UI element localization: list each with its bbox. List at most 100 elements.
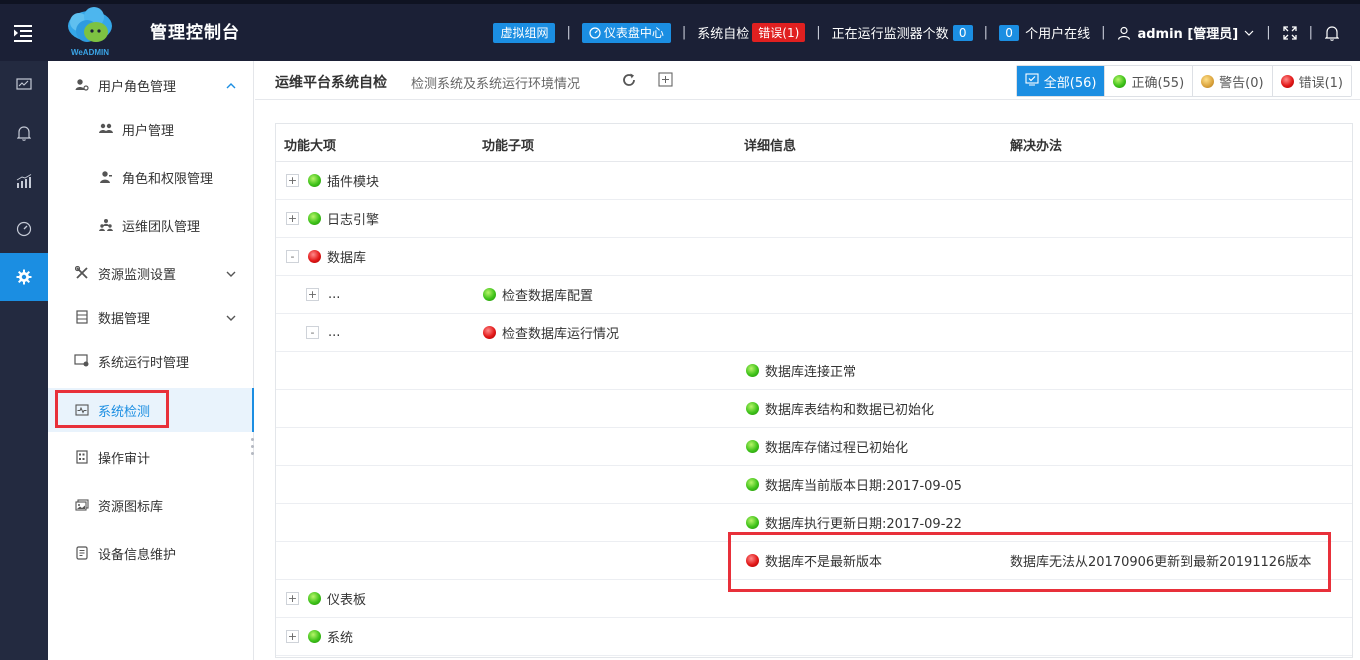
status-ok-icon <box>746 516 759 529</box>
column-header-major: 功能大项 <box>284 139 337 154</box>
chevron-down-icon <box>1243 25 1255 41</box>
table-row[interactable]: + ... 检查数据库配置 <box>276 276 1352 314</box>
detail-label: 数据库存储过程已初始化 <box>765 441 909 456</box>
sidebar-item-ops-team-management[interactable]: 运维团队管理 <box>48 203 254 247</box>
filter-ok-label: 正确(55) <box>1131 75 1185 91</box>
sidebar-item-user-role-management[interactable]: 用户角色管理 <box>48 63 254 107</box>
user-menu[interactable]: admin [管理员] <box>1116 23 1255 42</box>
sidebar-item-label: 运维团队管理 <box>122 219 201 235</box>
sidebar-item-operation-audit[interactable]: 操作审计 <box>48 435 254 479</box>
separator: | <box>566 25 571 40</box>
refresh-icon[interactable] <box>621 72 637 88</box>
major-label: 数据库 <box>327 251 367 266</box>
major-cell: + 日志引擎 <box>286 200 379 237</box>
separator: | <box>816 25 821 40</box>
user-name: admin [管理员] <box>1137 27 1239 42</box>
team-icon <box>98 217 114 233</box>
expand-toggle[interactable]: + <box>306 288 319 301</box>
self-check-label[interactable]: 系统自检 <box>697 23 749 42</box>
rail-gauge-icon[interactable] <box>0 205 48 253</box>
status-warning-icon <box>1201 74 1215 88</box>
online-users-count: 0 <box>999 24 1020 41</box>
top-bar: WeADMIN 管理控制台 虚拟组网 | 仪表盘中心 | 系统自检 错误(1) … <box>0 0 1360 61</box>
sub-label: 检查数据库运行情况 <box>502 327 620 342</box>
top-bar-actions: 虚拟组网 | 仪表盘中心 | 系统自检 错误(1) | 正在运行监测器个数 0 … <box>493 4 1360 61</box>
icon-rail <box>0 61 48 660</box>
sidebar-item-system-runtime-management[interactable]: 系统运行时管理 <box>48 339 254 383</box>
status-ok-icon <box>308 212 321 225</box>
page-header: 运维平台系统自检 检测系统及系统运行环境情况 全部(56) 正确(55) 警告(… <box>255 61 1360 100</box>
rail-monitor-icon[interactable] <box>0 61 48 109</box>
rail-settings-icon[interactable] <box>0 253 48 301</box>
status-ok-icon <box>308 592 321 605</box>
table-row[interactable]: 数据库当前版本日期:2017-09-05 <box>276 466 1352 504</box>
table-row[interactable]: + 插件模块 <box>276 162 1352 200</box>
table-row[interactable]: 数据库表结构和数据已初始化 <box>276 390 1352 428</box>
fullscreen-icon[interactable] <box>1282 25 1298 41</box>
detail-label: 数据库执行更新日期:2017-09-22 <box>765 517 962 532</box>
table-row[interactable]: + 系统 <box>276 618 1352 656</box>
major-label: ... <box>328 325 341 340</box>
filter-ok-button[interactable]: 正确(55) <box>1104 66 1193 96</box>
image-library-icon <box>74 497 90 513</box>
major-cell: + 插件模块 <box>286 162 379 199</box>
major-label: ... <box>328 287 341 302</box>
filter-warning-button[interactable]: 警告(0) <box>1192 66 1272 96</box>
table-row[interactable]: 数据库存储过程已初始化 <box>276 428 1352 466</box>
weadmin-logo: WeADMIN <box>60 6 120 58</box>
column-header-detail: 详细信息 <box>744 139 797 154</box>
virtual-network-button[interactable]: 虚拟组网 <box>493 22 556 43</box>
menu-toggle-icon[interactable] <box>0 4 48 61</box>
filter-all-button[interactable]: 全部(56) <box>1016 66 1105 96</box>
sidebar-item-label: 资源监测设置 <box>98 267 177 283</box>
expand-all-icon[interactable] <box>658 72 674 88</box>
sidebar-item-label: 系统运行时管理 <box>98 355 190 371</box>
status-error-icon <box>1280 74 1294 88</box>
sidebar-item-role-permissions[interactable]: 角色和权限管理 <box>48 155 254 199</box>
filter-error-button[interactable]: 错误(1) <box>1271 66 1351 96</box>
detail-label: 数据库连接正常 <box>765 365 857 380</box>
users-icon <box>98 121 114 137</box>
user-key-icon <box>98 169 114 185</box>
chevron-down-icon <box>226 310 238 322</box>
major-label: 日志引擎 <box>327 213 380 228</box>
sidebar-item-data-management[interactable]: 数据管理 <box>48 295 254 339</box>
self-check-error-badge[interactable]: 错误(1) <box>752 23 806 42</box>
app-title: 管理控制台 <box>150 23 240 43</box>
page-title: 运维平台系统自检 <box>275 75 387 91</box>
svg-text:WeADMIN: WeADMIN <box>71 48 109 57</box>
status-ok-icon <box>746 440 759 453</box>
sidebar-item-device-info-maintenance[interactable]: 设备信息维护 <box>48 531 254 575</box>
expand-toggle[interactable]: + <box>286 630 299 643</box>
sidebar-item-user-management[interactable]: 用户管理 <box>48 107 254 151</box>
expand-toggle[interactable]: + <box>286 212 299 225</box>
table-row[interactable]: + 日志引擎 <box>276 200 1352 238</box>
major-cell: - 数据库 <box>286 238 366 275</box>
column-header-sub: 功能子项 <box>482 139 535 154</box>
filter-all-label: 全部(56) <box>1043 75 1097 91</box>
status-error-icon <box>308 250 321 263</box>
highlight-box-error-row <box>728 532 1331 592</box>
expand-toggle[interactable]: + <box>286 592 299 605</box>
sidebar-item-resource-monitoring-settings[interactable]: 资源监测设置 <box>48 251 254 295</box>
user-icon <box>1116 25 1132 41</box>
table-row[interactable]: - ... 检查数据库运行情况 <box>276 314 1352 352</box>
sidebar-item-label: 操作审计 <box>98 451 151 467</box>
detail-cell: 数据库表结构和数据已初始化 <box>746 390 934 427</box>
table-row[interactable]: - 数据库 <box>276 238 1352 276</box>
audit-icon <box>74 449 90 465</box>
rail-chart-icon[interactable] <box>0 157 48 205</box>
collapse-toggle[interactable]: - <box>286 250 299 263</box>
bell-icon[interactable] <box>1324 25 1340 41</box>
sidebar-item-resource-icon-library[interactable]: 资源图标库 <box>48 483 254 527</box>
expand-toggle[interactable]: + <box>286 174 299 187</box>
sub-cell: 检查数据库配置 <box>483 276 593 313</box>
filter-error-label: 错误(1) <box>1298 75 1343 91</box>
dashboard-center-button[interactable]: 仪表盘中心 <box>581 22 671 43</box>
separator: | <box>681 25 687 40</box>
status-error-icon <box>483 326 496 339</box>
collapse-toggle[interactable]: - <box>306 326 319 339</box>
rail-bell-icon[interactable] <box>0 109 48 157</box>
table-row[interactable]: 数据库连接正常 <box>276 352 1352 390</box>
sidebar-item-label: 角色和权限管理 <box>122 171 214 187</box>
